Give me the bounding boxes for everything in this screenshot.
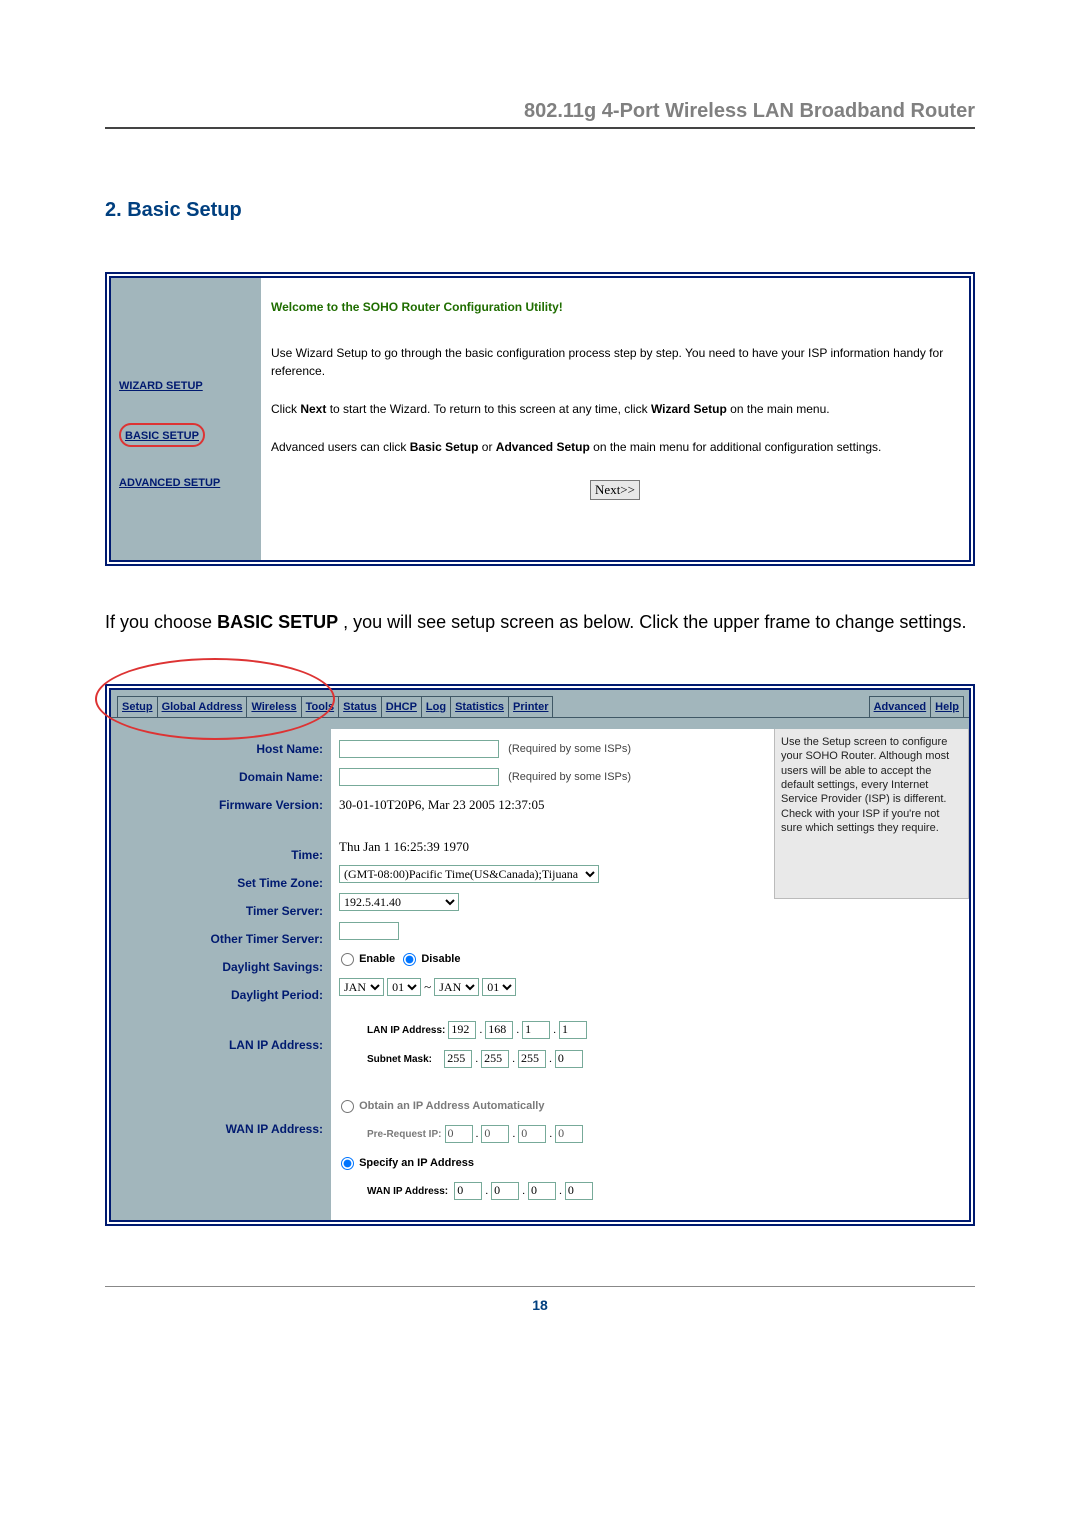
tab-statistics[interactable]: Statistics: [450, 696, 509, 717]
label-daylight-period: Daylight Period:: [119, 985, 323, 1005]
welcome-heading: Welcome to the SOHO Router Configuration…: [271, 298, 959, 316]
text-bold: Basic Setup: [410, 440, 479, 454]
lan-ip-1[interactable]: [448, 1021, 476, 1039]
subnet-1[interactable]: [444, 1050, 472, 1068]
tab-status[interactable]: Status: [338, 696, 382, 717]
nav-wizard-setup[interactable]: WIZARD SETUP: [119, 378, 257, 395]
subnet-sublabel: Subnet Mask:: [367, 1054, 432, 1065]
label-host-name: Host Name:: [119, 739, 323, 759]
timezone-select[interactable]: (GMT-08:00)Pacific Time(US&Canada);Tijua…: [339, 865, 599, 883]
text: to start the Wizard. To return to this s…: [326, 402, 651, 416]
dp-from-day[interactable]: 01: [387, 978, 421, 996]
body-paragraph: If you choose BASIC SETUP , you will see…: [105, 604, 975, 640]
text: or: [478, 440, 495, 454]
wizard-sidebar: WIZARD SETUP BASIC SETUP ADVANCED SETUP: [111, 278, 261, 560]
page-header: 802.11g 4-Port Wireless LAN Broadband Ro…: [105, 100, 975, 123]
wizard-p1: Use Wizard Setup to go through the basic…: [271, 344, 959, 380]
wizard-p3: Advanced users can click Basic Setup or …: [271, 438, 959, 456]
wan-specify-radio[interactable]: [341, 1157, 354, 1170]
pre-ip-2: [481, 1125, 509, 1143]
text: Advanced users can click: [271, 440, 410, 454]
form-values-column: (Required by some ISPs) (Required by som…: [331, 729, 774, 1220]
subnet-2[interactable]: [481, 1050, 509, 1068]
dp-to-month[interactable]: JAN: [434, 978, 479, 996]
tab-bar: Setup Global Address Wireless Tools Stat…: [117, 696, 963, 717]
text-bold: Advanced Setup: [496, 440, 590, 454]
wan-obtain-radio[interactable]: [341, 1100, 354, 1113]
wan-ip-3[interactable]: [528, 1182, 556, 1200]
lan-ip-2[interactable]: [485, 1021, 513, 1039]
wan-ip-1[interactable]: [454, 1182, 482, 1200]
section-title: 2. Basic Setup: [105, 199, 975, 222]
screenshot-basic-setup: Setup Global Address Wireless Tools Stat…: [105, 684, 975, 1226]
tab-wireless[interactable]: Wireless: [246, 696, 301, 717]
pre-request-label: Pre-Request IP:: [367, 1129, 441, 1140]
text: Click: [271, 402, 300, 416]
other-timer-input[interactable]: [339, 922, 399, 940]
tab-tools[interactable]: Tools: [301, 696, 340, 717]
nav-basic-setup[interactable]: BASIC SETUP: [125, 430, 199, 442]
wizard-p2: Click Next to start the Wizard. To retur…: [271, 400, 959, 418]
disable-label: Disable: [421, 953, 460, 965]
lan-ip-3[interactable]: [522, 1021, 550, 1039]
wizard-content: Welcome to the SOHO Router Configuration…: [261, 278, 969, 560]
nav-advanced-setup[interactable]: ADVANCED SETUP: [119, 475, 257, 492]
required-note: (Required by some ISPs): [508, 771, 631, 783]
lan-ip-sublabel: LAN IP Address:: [367, 1025, 445, 1036]
specify-label: Specify an IP Address: [359, 1157, 474, 1169]
tab-setup[interactable]: Setup: [117, 696, 158, 717]
domain-name-input[interactable]: [339, 768, 499, 786]
obtain-label: Obtain an IP Address Automatically: [359, 1100, 544, 1112]
text: , you will see setup screen as below. Cl…: [338, 612, 966, 632]
time-value: Thu Jan 1 16:25:39 1970: [339, 837, 766, 857]
label-firmware: Firmware Version:: [119, 795, 323, 815]
text: If you choose: [105, 612, 217, 632]
daylight-disable-radio[interactable]: [403, 953, 416, 966]
page-number: 18: [105, 1297, 975, 1313]
daylight-enable-radio[interactable]: [341, 953, 354, 966]
subnet-3[interactable]: [518, 1050, 546, 1068]
tab-dhcp[interactable]: DHCP: [381, 696, 422, 717]
help-panel: Use the Setup screen to configure your S…: [774, 729, 969, 899]
pre-ip-4: [555, 1125, 583, 1143]
header-rule: [105, 127, 975, 129]
tab-help[interactable]: Help: [930, 696, 964, 717]
screenshot-wizard: WIZARD SETUP BASIC SETUP ADVANCED SETUP …: [105, 272, 975, 566]
text: on the main menu.: [727, 402, 830, 416]
subnet-4[interactable]: [555, 1050, 583, 1068]
label-timezone: Set Time Zone:: [119, 873, 323, 893]
label-domain-name: Domain Name:: [119, 767, 323, 787]
next-button[interactable]: Next>>: [590, 480, 640, 500]
wan-ip-4[interactable]: [565, 1182, 593, 1200]
tab-printer[interactable]: Printer: [508, 696, 553, 717]
label-wan-ip: WAN IP Address:: [119, 1119, 323, 1139]
host-name-input[interactable]: [339, 740, 499, 758]
firmware-value: 30-01-10T20P6, Mar 23 2005 12:37:05: [339, 795, 766, 815]
text: on the main menu for additional configur…: [590, 440, 882, 454]
text-bold: Wizard Setup: [651, 402, 727, 416]
dp-to-day[interactable]: 01: [482, 978, 516, 996]
pre-ip-3: [518, 1125, 546, 1143]
label-lan-ip: LAN IP Address:: [119, 1035, 323, 1055]
wan-ip-2[interactable]: [491, 1182, 519, 1200]
label-time: Time:: [119, 845, 323, 865]
tab-log[interactable]: Log: [421, 696, 451, 717]
form-labels-column: Host Name: Domain Name: Firmware Version…: [111, 729, 331, 1220]
wan-ip-sublabel: WAN IP Address:: [367, 1186, 448, 1197]
tab-advanced[interactable]: Advanced: [869, 696, 932, 717]
text-bold: Next: [300, 402, 326, 416]
dp-from-month[interactable]: JAN: [339, 978, 384, 996]
timer-server-select[interactable]: 192.5.41.40: [339, 893, 459, 911]
tab-global-address[interactable]: Global Address: [157, 696, 248, 717]
lan-ip-4[interactable]: [559, 1021, 587, 1039]
footer-rule: [105, 1286, 975, 1287]
text-bold: BASIC SETUP: [217, 612, 338, 632]
enable-label: Enable: [359, 953, 395, 965]
pre-ip-1: [445, 1125, 473, 1143]
required-note: (Required by some ISPs): [508, 743, 631, 755]
label-other-timer: Other Timer Server:: [119, 929, 323, 949]
label-daylight-savings: Daylight Savings:: [119, 957, 323, 977]
selected-nav-highlight: BASIC SETUP: [119, 423, 205, 448]
label-timer-server: Timer Server:: [119, 901, 323, 921]
